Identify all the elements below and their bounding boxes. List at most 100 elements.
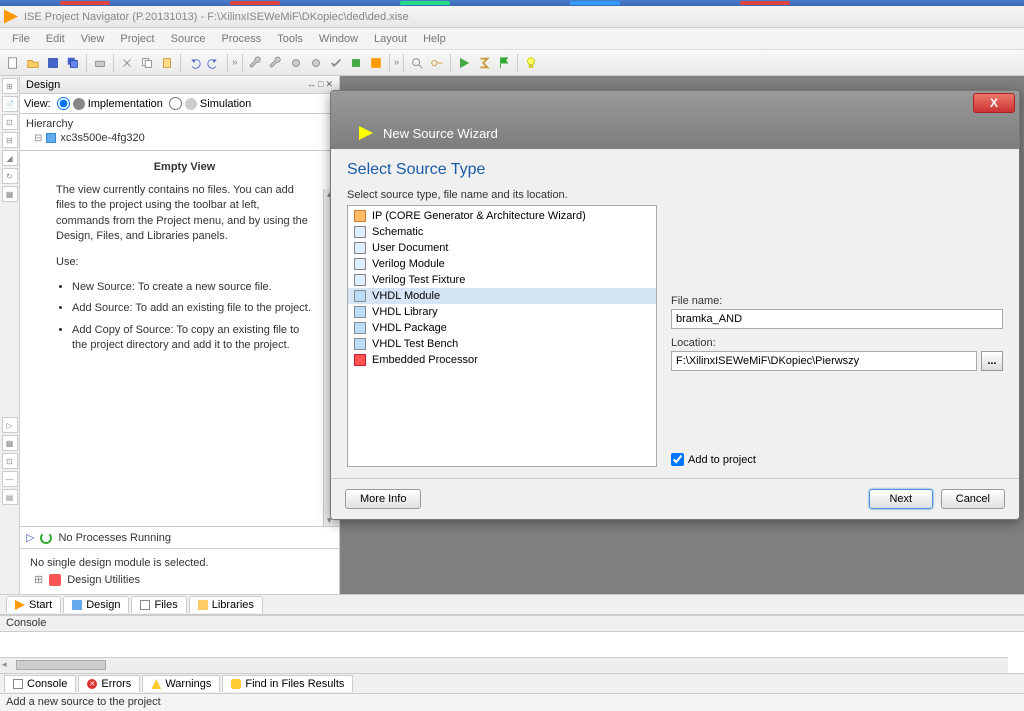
source-type-item[interactable]: VHDL Test Bench [348, 336, 656, 352]
sb-files-icon[interactable]: 📄 [2, 96, 18, 112]
file-name-input[interactable] [671, 309, 1003, 329]
tool-gear-icon[interactable] [287, 54, 305, 72]
source-type-list[interactable]: IP (CORE Generator & Architecture Wizard… [347, 205, 657, 467]
redo-icon[interactable] [205, 54, 223, 72]
bullet-add-source: Add Source: To add an existing file to t… [72, 301, 313, 316]
copy-icon[interactable] [138, 54, 156, 72]
arrow-icon [15, 600, 25, 610]
source-type-item[interactable]: VHDL Package [348, 320, 656, 336]
radio-implementation[interactable]: Implementation [57, 97, 163, 110]
source-type-item[interactable]: Embedded Processor [348, 352, 656, 368]
toolbar: » » [0, 50, 1024, 76]
refresh-icon[interactable] [40, 532, 52, 544]
ctab-errors[interactable]: ✕Errors [78, 675, 140, 692]
menu-window[interactable]: Window [311, 31, 366, 47]
tool-wrench2-icon[interactable] [267, 54, 285, 72]
panel-pin-icon[interactable]: □ [318, 79, 323, 90]
source-type-item[interactable]: User Document [348, 240, 656, 256]
view-label: View: [24, 98, 51, 110]
tool-key-icon[interactable] [428, 54, 446, 72]
tab-libraries[interactable]: Libraries [189, 596, 263, 613]
tool-check-icon[interactable] [327, 54, 345, 72]
hscrollbar[interactable] [0, 657, 1008, 673]
source-type-item[interactable]: Schematic [348, 224, 656, 240]
sb-btn5-icon[interactable]: ◢ [2, 150, 18, 166]
source-type-item[interactable]: VHDL Library [348, 304, 656, 320]
browse-button[interactable]: ... [981, 351, 1003, 371]
sb-btn4-icon[interactable]: ⊟ [2, 132, 18, 148]
proc-btn2-icon[interactable]: ▦ [2, 435, 18, 451]
menu-tools[interactable]: Tools [269, 31, 311, 47]
proc-run-icon[interactable]: ▷ [2, 417, 18, 433]
sb-hierarchy-icon[interactable]: ⊞ [2, 78, 18, 94]
source-type-icon [354, 258, 366, 270]
tool-chip-icon[interactable] [347, 54, 365, 72]
empty-view: Empty View The view currently contains n… [20, 151, 339, 526]
proc-btn5-icon[interactable]: ▤ [2, 489, 18, 505]
undo-icon[interactable] [185, 54, 203, 72]
tool-search-icon[interactable] [408, 54, 426, 72]
design-panel: Design ↔ □ ✕ View: Implementation Simula… [20, 76, 340, 594]
run-arrow-icon[interactable]: ▷ [26, 531, 34, 544]
save-icon[interactable] [44, 54, 62, 72]
tab-design[interactable]: Design [63, 596, 129, 613]
tool-sigma-icon[interactable] [475, 54, 493, 72]
help-bulb-icon[interactable] [522, 54, 540, 72]
paste-icon[interactable] [158, 54, 176, 72]
tool-flag-icon[interactable] [495, 54, 513, 72]
run-icon[interactable] [455, 54, 473, 72]
toolbar-chevrons-icon[interactable]: » [232, 57, 238, 68]
menu-file[interactable]: File [4, 31, 38, 47]
new-icon[interactable] [4, 54, 22, 72]
saveall-icon[interactable] [64, 54, 82, 72]
ctab-warnings[interactable]: Warnings [142, 675, 220, 692]
menu-source[interactable]: Source [163, 31, 214, 47]
add-to-project-checkbox[interactable]: Add to project [671, 453, 1003, 466]
toolbar-chevrons2-icon[interactable]: » [394, 57, 400, 68]
radio-simulation[interactable]: Simulation [169, 97, 251, 110]
source-type-item[interactable]: Verilog Test Fixture [348, 272, 656, 288]
sb-btn6-icon[interactable]: ↻ [2, 168, 18, 184]
menu-process[interactable]: Process [213, 31, 269, 47]
device-row[interactable]: ⊟ xc3s500e-4fg320 [26, 130, 333, 146]
wizard-title: New Source Wizard [383, 126, 498, 141]
ctab-find[interactable]: Find in Files Results [222, 675, 353, 692]
cut-icon[interactable] [118, 54, 136, 72]
next-button[interactable]: Next [869, 489, 933, 509]
cancel-button[interactable]: Cancel [941, 489, 1005, 509]
sb-libs-icon[interactable]: ⊡ [2, 114, 18, 130]
tree-expand-icon[interactable]: ⊟ [34, 133, 42, 144]
menu-layout[interactable]: Layout [366, 31, 415, 47]
source-type-item[interactable]: IP (CORE Generator & Architecture Wizard… [348, 208, 656, 224]
tool-gear2-icon[interactable] [307, 54, 325, 72]
source-type-item[interactable]: Verilog Module [348, 256, 656, 272]
wizard-titlebar: X New Source Wizard [331, 91, 1019, 149]
source-type-item[interactable]: VHDL Module [348, 288, 656, 304]
menu-help[interactable]: Help [415, 31, 454, 47]
menu-project[interactable]: Project [112, 31, 162, 47]
tab-files[interactable]: Files [131, 596, 186, 613]
proc-btn3-icon[interactable]: ⊡ [2, 453, 18, 469]
design-panel-title: Design [26, 79, 60, 91]
print-icon[interactable] [91, 54, 109, 72]
location-input[interactable] [671, 351, 977, 371]
tool-wrench-icon[interactable] [247, 54, 265, 72]
more-info-button[interactable]: More Info [345, 489, 421, 509]
design-utilities-row[interactable]: ⊞ Design Utilities [26, 571, 333, 588]
menu-view[interactable]: View [73, 31, 113, 47]
tree-expand-icon[interactable]: ⊞ [34, 573, 43, 586]
source-type-icon [354, 226, 366, 238]
tab-start[interactable]: Start [6, 596, 61, 613]
wizard-close-button[interactable]: X [973, 93, 1015, 113]
menu-edit[interactable]: Edit [38, 31, 73, 47]
ctab-console[interactable]: Console [4, 675, 76, 692]
proc-btn4-icon[interactable]: — [2, 471, 18, 487]
open-icon[interactable] [24, 54, 42, 72]
sb-btn7-icon[interactable]: ▦ [2, 186, 18, 202]
design-panel-header: Design ↔ □ ✕ [20, 76, 339, 94]
status-bar: Add a new source to the project [0, 693, 1024, 711]
panel-close-icon[interactable]: ✕ [325, 79, 333, 90]
tool-grid-icon[interactable] [367, 54, 385, 72]
use-label: Use: [56, 255, 313, 270]
panel-arrows-icon[interactable]: ↔ [307, 79, 316, 90]
